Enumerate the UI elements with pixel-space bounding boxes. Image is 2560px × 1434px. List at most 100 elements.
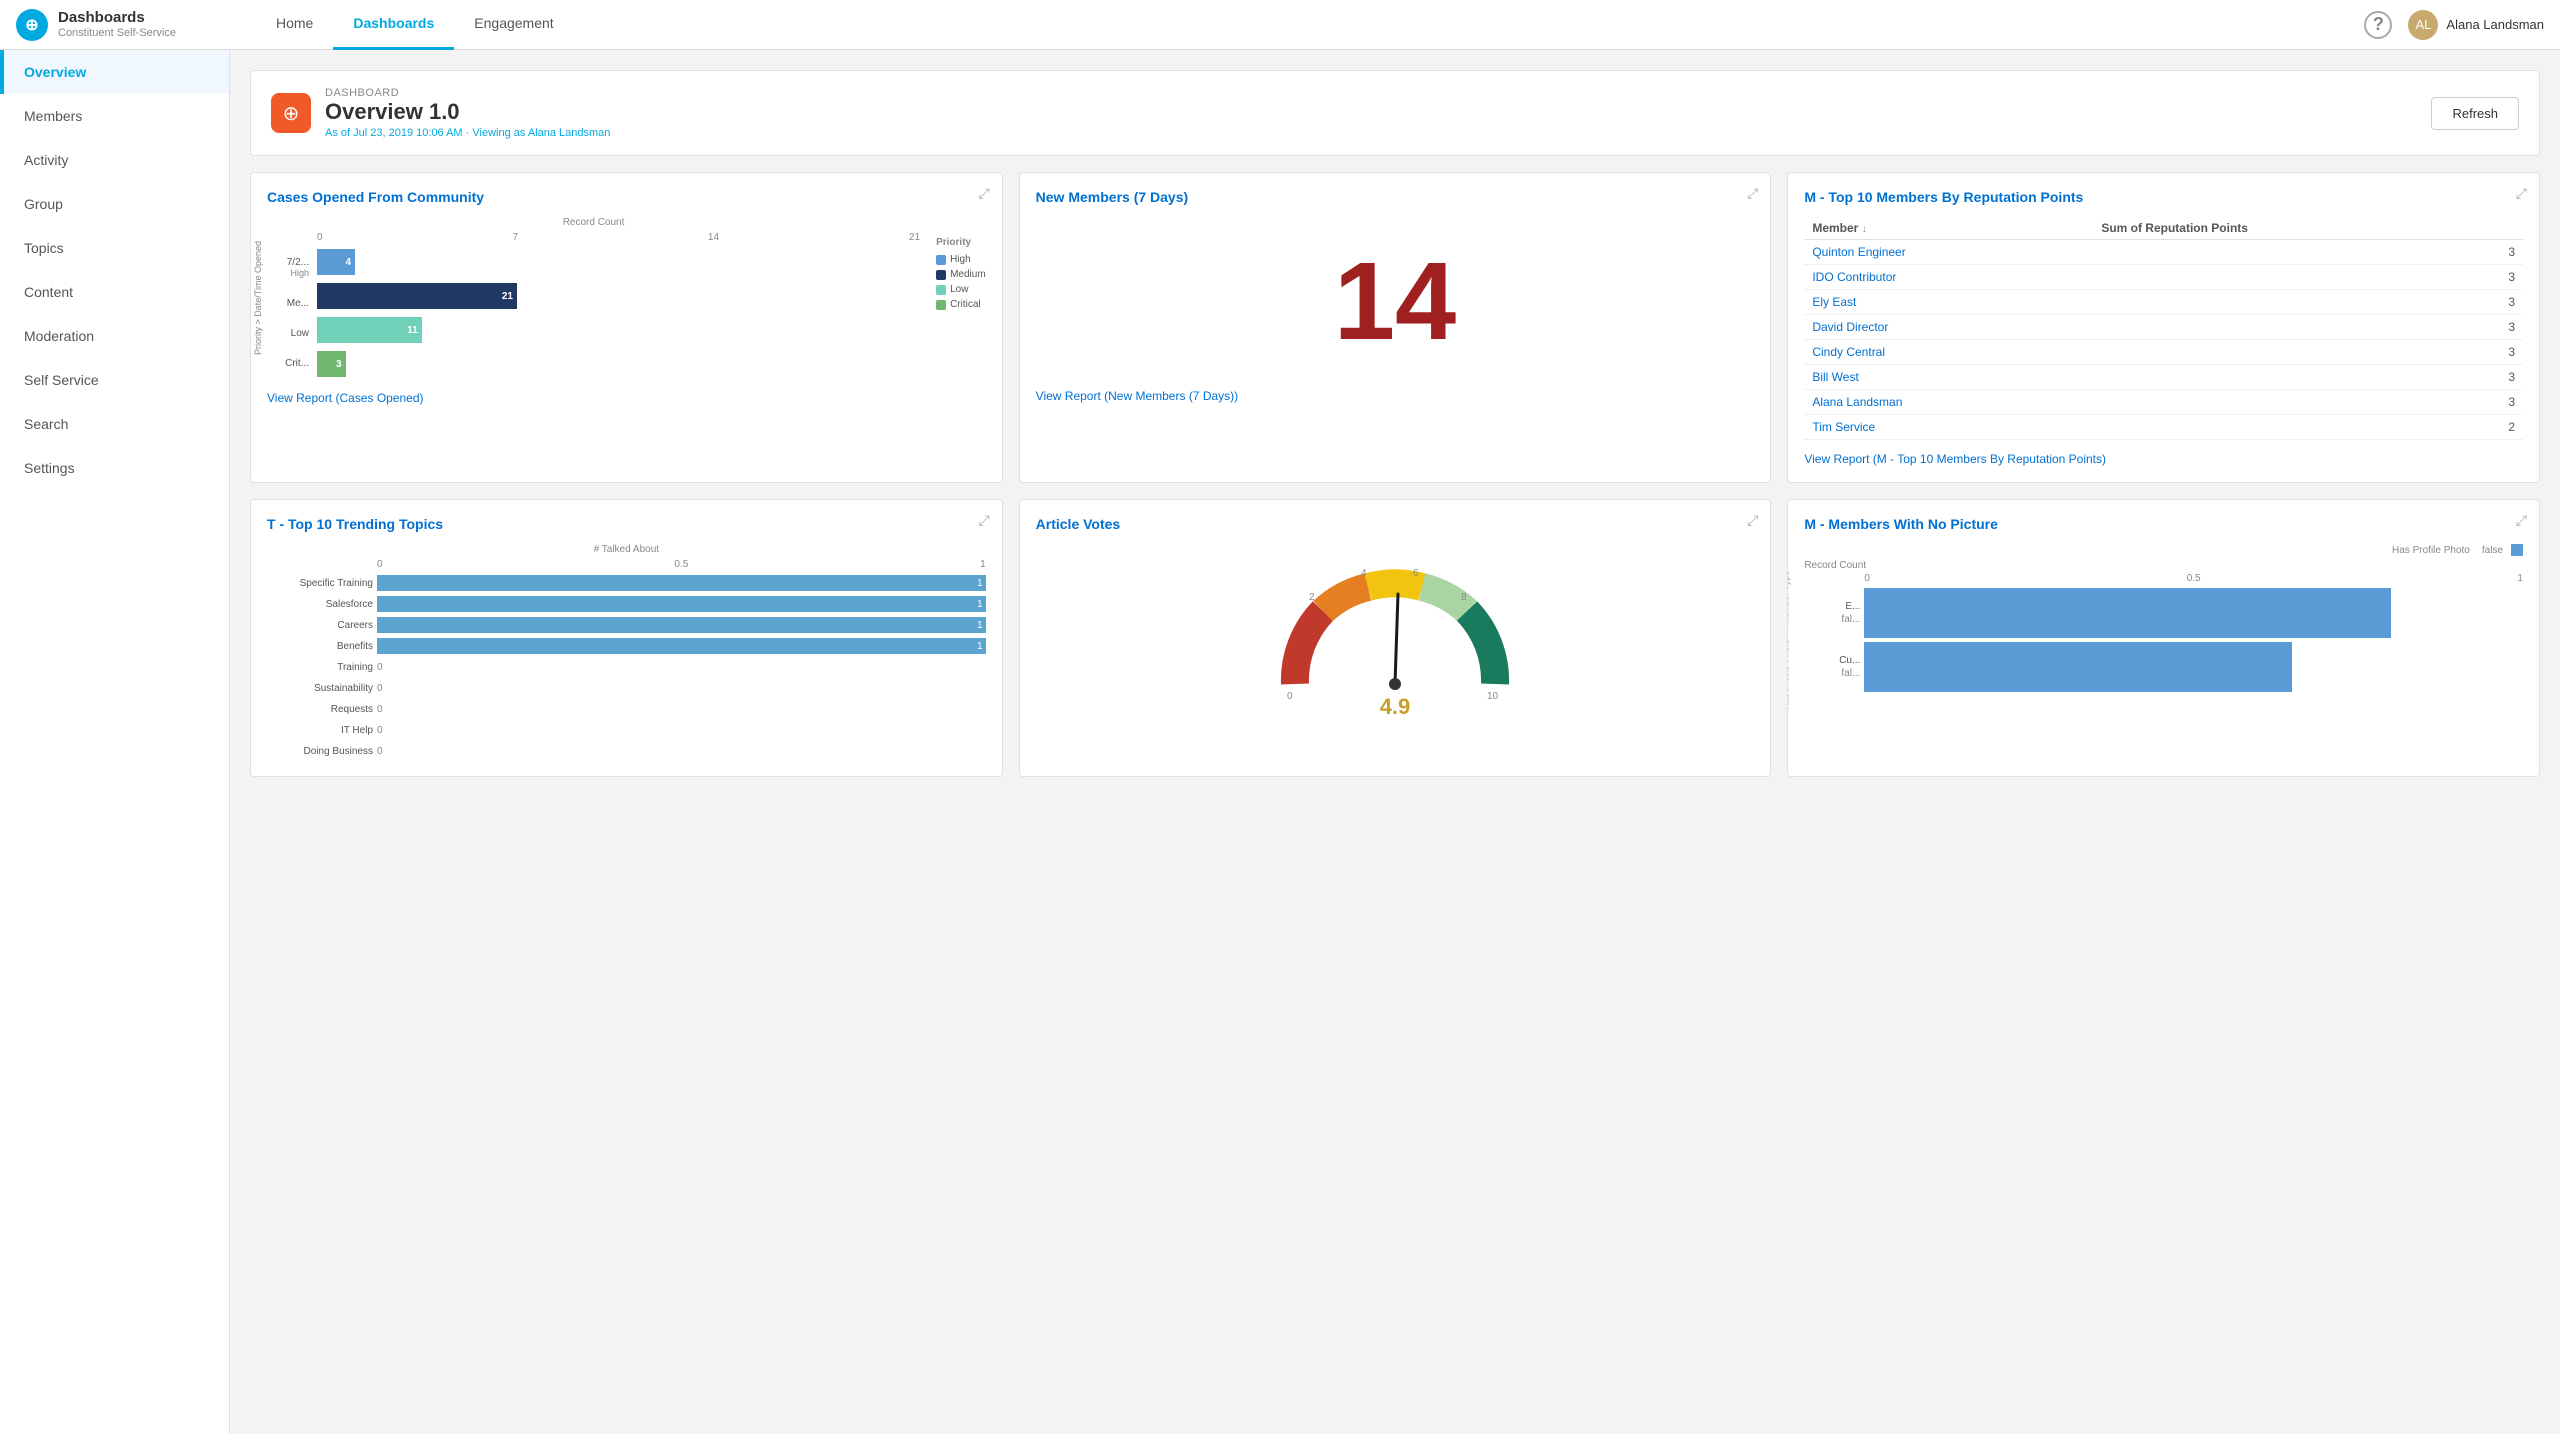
table-row: Tim Service2: [1804, 415, 2523, 440]
svg-text:4: 4: [1361, 568, 1367, 579]
top-members-table-container[interactable]: Member ↓ Sum of Reputation Points Quinto…: [1804, 217, 2523, 440]
sidebar-item-topics[interactable]: Topics: [0, 226, 229, 270]
dashboard-icon: ⊕: [271, 93, 311, 133]
top-members-title: M - Top 10 Members By Reputation Points: [1804, 189, 2523, 205]
new-members-title: New Members (7 Days): [1036, 189, 1755, 205]
bar-row-medium: 21: [317, 283, 920, 309]
article-votes-title: Article Votes: [1036, 516, 1755, 532]
top-members-link[interactable]: View Report (M - Top 10 Members By Reput…: [1804, 452, 2523, 466]
sidebar-item-search[interactable]: Search: [0, 402, 229, 446]
sidebar-label-topics: Topics: [24, 240, 64, 256]
table-row: Bill West3: [1804, 365, 2523, 390]
sidebar-item-overview[interactable]: Overview: [0, 50, 229, 94]
gauge-svg: 0 2 4 6 8 10: [1265, 554, 1525, 714]
trending-bars-inner: Specific Training1 Salesforce1 Careers1 Ben…: [267, 574, 986, 760]
cases-y-labels: 7/2...High Me... Low Crit...: [267, 247, 313, 379]
list-item: Sustainability0: [377, 679, 986, 697]
nav-right: ? AL Alana Landsman: [2364, 10, 2544, 40]
sidebar-item-content[interactable]: Content: [0, 270, 229, 314]
bar-row-high: 4: [317, 249, 920, 275]
nav-home[interactable]: Home: [256, 0, 333, 50]
nav-dashboards[interactable]: Dashboards: [333, 0, 454, 50]
gauge-container: 0 2 4 6 8 10 4.9: [1036, 544, 1755, 730]
sidebar-item-members[interactable]: Members: [0, 94, 229, 138]
cases-card-title: Cases Opened From Community: [267, 189, 986, 205]
no-picture-expand-icon[interactable]: ⤢: [2516, 512, 2527, 529]
member-name[interactable]: David Director: [1804, 315, 2093, 340]
cases-bars: 7/2...High Me... Low Crit... 4: [267, 247, 920, 379]
sidebar-label-content: Content: [24, 284, 73, 300]
top-members-expand-icon[interactable]: ⤢: [2516, 185, 2527, 202]
sidebar-item-activity[interactable]: Activity: [0, 138, 229, 182]
sidebar-label-search: Search: [24, 416, 68, 432]
member-name[interactable]: Alana Landsman: [1804, 390, 2093, 415]
sidebar-item-group[interactable]: Group: [0, 182, 229, 226]
bar-row-critical: 3: [317, 351, 920, 377]
sidebar: Overview Members Activity Group Topics C…: [0, 50, 230, 1434]
cases-y-axis-label: Priority > Date/Time Opened: [253, 241, 263, 355]
no-pic-x-ticks: 0 0.5 1: [1804, 573, 2523, 584]
app-subtitle: Constituent Self-Service: [58, 27, 176, 40]
dashboard-grid: Cases Opened From Community ⤢ Record Cou…: [250, 172, 2540, 777]
member-name[interactable]: Quinton Engineer: [1804, 240, 2093, 265]
app-logo: ⊕ Dashboards Constituent Self-Service: [16, 9, 236, 41]
member-name[interactable]: Ely East: [1804, 290, 2093, 315]
list-item: Careers1: [377, 616, 986, 634]
app-logo-text: Dashboards Constituent Self-Service: [58, 9, 176, 40]
no-pic-x-label: Record Count: [1804, 560, 2523, 571]
member-name[interactable]: Tim Service: [1804, 415, 2093, 440]
sidebar-item-moderation[interactable]: Moderation: [0, 314, 229, 358]
list-item: Specific Training1: [377, 574, 986, 592]
app-title: Dashboards: [58, 9, 176, 27]
legend-low: Low: [936, 284, 986, 295]
dashboard-title: Overview 1.0: [325, 99, 2431, 125]
legend-high: High: [936, 254, 986, 265]
refresh-button[interactable]: Refresh: [2431, 97, 2519, 130]
table-row: David Director3: [1804, 315, 2523, 340]
gauge-value: 4.9: [1380, 694, 1411, 720]
member-name[interactable]: IDO Contributor: [1804, 265, 2093, 290]
sidebar-label-activity: Activity: [24, 152, 68, 168]
svg-text:10: 10: [1487, 691, 1499, 702]
table-row: Alana Landsman3: [1804, 390, 2523, 415]
sort-arrow-icon: ↓: [1862, 224, 1867, 235]
table-row: Cindy Central3: [1804, 340, 2523, 365]
user-menu[interactable]: AL Alana Landsman: [2408, 10, 2544, 40]
no-pic-bars: E...fal... Cu...fal...: [1864, 588, 2523, 692]
member-name[interactable]: Bill West: [1804, 365, 2093, 390]
sidebar-label-settings: Settings: [24, 460, 75, 476]
no-pic-legend: Has Profile Photo false: [1804, 544, 2523, 556]
new-members-expand-icon[interactable]: ⤢: [1747, 185, 1758, 202]
dashboard-label: DASHBOARD: [325, 87, 2431, 99]
table-row: Ely East3: [1804, 290, 2523, 315]
list-item: Benefits1: [377, 637, 986, 655]
sidebar-item-settings[interactable]: Settings: [0, 446, 229, 490]
cases-x-ticks: 0 7 14 21: [267, 232, 920, 243]
article-votes-card: Article Votes ⤢: [1019, 499, 1772, 777]
article-votes-expand-icon[interactable]: ⤢: [1747, 512, 1758, 529]
svg-text:2: 2: [1309, 592, 1315, 603]
cases-view-report-link[interactable]: View Report (Cases Opened): [267, 391, 986, 405]
sidebar-item-self-service[interactable]: Self Service: [0, 358, 229, 402]
list-item: Salesforce1: [377, 595, 986, 613]
top-nav: ⊕ Dashboards Constituent Self-Service Ho…: [0, 0, 2560, 50]
member-name[interactable]: Cindy Central: [1804, 340, 2093, 365]
sidebar-label-self-service: Self Service: [24, 372, 99, 388]
cases-expand-icon[interactable]: ⤢: [978, 185, 989, 202]
help-button[interactable]: ?: [2364, 11, 2392, 39]
cases-chart-area: Record Count 0 7 14 21 7/2...High Me... …: [267, 217, 986, 379]
legend-medium: Medium: [936, 269, 986, 280]
list-item: Doing Business0: [377, 742, 986, 760]
no-pic-row-2: Cu...fal...: [1864, 642, 2523, 692]
list-item: IT Help0: [377, 721, 986, 739]
dashboard-header: ⊕ DASHBOARD Overview 1.0 As of Jul 23, 2…: [250, 70, 2540, 156]
top-members-table: Member ↓ Sum of Reputation Points Quinto…: [1804, 217, 2523, 440]
cases-legend: Priority High Medium Low: [936, 217, 986, 379]
trending-expand-icon[interactable]: ⤢: [978, 512, 989, 529]
trending-title: T - Top 10 Trending Topics: [267, 516, 986, 532]
new-members-link[interactable]: View Report (New Members (7 Days)): [1036, 389, 1755, 403]
no-pic-y-label: Has Profile Photo → Member Type: [1787, 571, 1790, 710]
nav-engagement[interactable]: Engagement: [454, 0, 573, 50]
col-member[interactable]: Member ↓: [1804, 217, 2093, 240]
top-members-card: M - Top 10 Members By Reputation Points …: [1787, 172, 2540, 483]
